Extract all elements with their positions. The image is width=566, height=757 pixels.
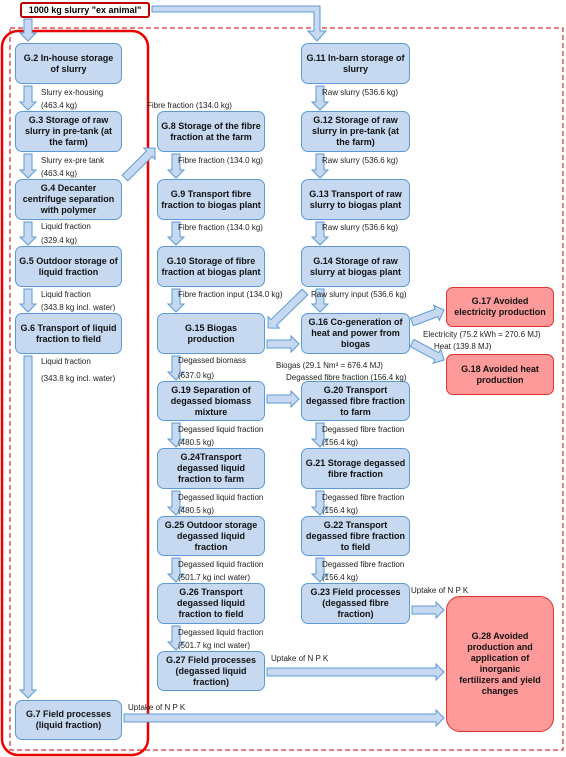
box-g22: G.22 Transport degassed fibre fraction t… bbox=[301, 516, 410, 556]
box-g11: G.11 In-barn storage of slurry bbox=[301, 43, 410, 84]
label: Heat (139.8 MJ) bbox=[434, 342, 492, 351]
box-g18: G.18 Avoided heat production bbox=[446, 354, 554, 395]
label: (480.5 kg) bbox=[178, 506, 215, 515]
label: (501.7 kg incl water) bbox=[178, 573, 251, 582]
label: (501.7 kg incl water) bbox=[178, 641, 251, 650]
box-g6: G.6 Transport of liquid fraction to fiel… bbox=[15, 313, 122, 354]
label: Electricity (75.2 kWh = 270.6 MJ) bbox=[423, 330, 541, 339]
label: (156.4 kg) bbox=[322, 506, 359, 515]
label: Liquid fraction bbox=[41, 222, 91, 231]
label: Fibre fraction (134.0 kg) bbox=[178, 156, 263, 165]
label: Slurry ex-pre tank bbox=[41, 156, 105, 165]
box-g15: G.15 Biogas production bbox=[157, 313, 265, 354]
box-g16: G.16 Co-generation of heat and power fro… bbox=[301, 313, 410, 354]
flow-arrow bbox=[121, 147, 156, 182]
label: Raw slurry (536.6 kg) bbox=[322, 88, 399, 97]
flow-arrow bbox=[18, 288, 38, 313]
label: Fibre fraction (134.0 kg) bbox=[147, 101, 232, 110]
box-g2: G.2 In-house storage of slurry bbox=[15, 43, 122, 84]
box-g27: G.27 Field processes (degassed liquid fr… bbox=[157, 651, 265, 691]
label: Biogas (29.1 Nm³ = 676.4 MJ) bbox=[276, 361, 383, 370]
box-g28: G.28 Avoided production and application … bbox=[446, 596, 554, 732]
flow-arrow bbox=[409, 304, 445, 327]
flow-arrow bbox=[411, 600, 445, 620]
box-g25: G.25 Outdoor storage degassed liquid fra… bbox=[157, 516, 265, 556]
label: Degassed fibre fraction bbox=[322, 493, 405, 502]
box-g21: G.21 Storage degassed fibre fraction bbox=[301, 448, 410, 489]
label: (329.4 kg) bbox=[41, 236, 78, 245]
label: Raw slurry (536.6 kg) bbox=[322, 223, 399, 232]
box-g9: G.9 Transport fibre fraction to biogas p… bbox=[157, 179, 265, 220]
box-g20: G.20 Transport degassed fibre fraction t… bbox=[301, 381, 410, 421]
box-g3: G.3 Storage of raw slurry in pre-tank (a… bbox=[15, 111, 122, 152]
label: Degassed liquid fraction bbox=[178, 560, 264, 569]
label: Degassed fibre fraction bbox=[322, 560, 405, 569]
label: Slurry ex-housing bbox=[41, 88, 104, 97]
flow-arrow bbox=[18, 355, 38, 699]
box-g26: G.26 Transport degassed liquid fraction … bbox=[157, 583, 265, 624]
box-g24: G.24Transport degassed liquid fraction t… bbox=[157, 448, 265, 489]
flow-arrow bbox=[266, 662, 445, 682]
box-g4: G.4 Decanter centrifuge separation with … bbox=[15, 179, 122, 220]
label: Degassed fibre fraction bbox=[322, 425, 405, 434]
label: Raw slurry input (536.6 kg) bbox=[311, 290, 407, 299]
flow-arrow bbox=[266, 334, 300, 354]
label: Raw slurry (536.6 kg) bbox=[322, 156, 399, 165]
box-g8: G.8 Storage of the fibre fraction at the… bbox=[157, 111, 265, 152]
label: Uptake of N P K bbox=[271, 654, 329, 663]
label: Degassed liquid fraction bbox=[178, 425, 264, 434]
box-g19: G.19 Separation of degassed biomass mixt… bbox=[157, 381, 265, 421]
label: Degassed liquid fraction bbox=[178, 628, 264, 637]
label: Degassed biomass bbox=[178, 356, 247, 365]
box-g23: G.23 Field processes (degassed fibre fra… bbox=[301, 583, 410, 624]
label: Liquid fraction bbox=[41, 290, 91, 299]
box-g10: G.10 Storage of fibre fraction at biogas… bbox=[157, 246, 265, 287]
box-g7: G.7 Field processes (liquid fraction) bbox=[15, 700, 122, 740]
label: (637.0 kg) bbox=[178, 371, 215, 380]
flow-arrow bbox=[18, 153, 38, 179]
label: Uptake of N P K bbox=[128, 703, 186, 712]
label: Fibre fraction (134.0 kg) bbox=[178, 223, 263, 232]
box-g13: G.13 Transport of raw slurry to biogas p… bbox=[301, 179, 410, 220]
flow-arrow bbox=[18, 221, 38, 246]
label: (343.8 kg incl. water) bbox=[41, 374, 116, 383]
label: (463.4 kg) bbox=[41, 169, 78, 178]
label: (156.4 kg) bbox=[322, 573, 359, 582]
source-box: 1000 kg slurry "ex animal" bbox=[20, 2, 150, 18]
label: (343.8 kg incl. water) bbox=[41, 303, 116, 312]
label: (156.4 kg) bbox=[322, 438, 359, 447]
flow-arrow bbox=[266, 389, 300, 409]
box-g17: G.17 Avoided electricity production bbox=[446, 287, 554, 327]
label: Degassed liquid fraction bbox=[178, 493, 264, 502]
label: Degassed fibre fraction (156.4 kg) bbox=[286, 373, 407, 382]
flow-arrow bbox=[151, 5, 328, 42]
label: (480.5 kg) bbox=[178, 438, 215, 447]
box-g12: G.12 Storage of raw slurry in pre-tank (… bbox=[301, 111, 410, 152]
label: Uptake of N P K bbox=[411, 586, 469, 595]
label: Fibre fraction input (134.0 kg) bbox=[178, 290, 283, 299]
box-g14: G.14 Storage of raw slurry at biogas pla… bbox=[301, 246, 410, 287]
flow-arrow bbox=[18, 85, 38, 111]
label: (463.4 kg) bbox=[41, 101, 78, 110]
label: Liquid fraction bbox=[41, 357, 91, 366]
box-g5: G.5 Outdoor storage of liquid fraction bbox=[15, 246, 122, 287]
